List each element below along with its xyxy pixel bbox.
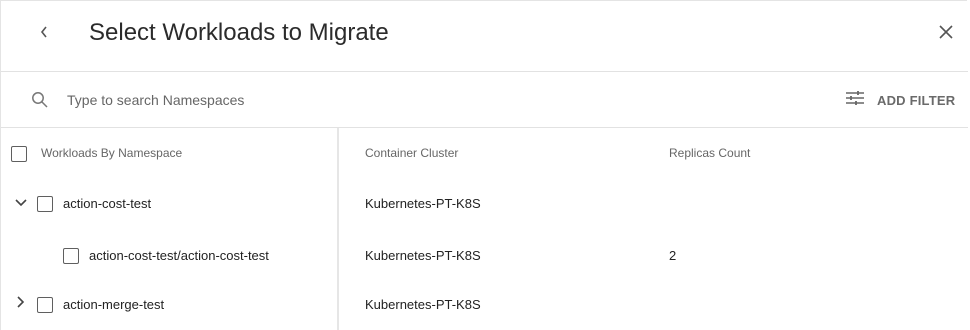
filter-sliders-icon	[845, 90, 865, 111]
search-input[interactable]	[67, 88, 667, 112]
select-all-checkbox[interactable]	[11, 146, 27, 162]
cluster-name: Kubernetes-PT-K8S	[365, 297, 481, 312]
table-row[interactable]: action-cost-test Kubernetes-PT-K8S	[1, 178, 968, 228]
table-row[interactable]: action-merge-test Kubernetes-PT-K8S	[1, 279, 968, 329]
add-filter-button[interactable]: ADD FILTER	[845, 88, 955, 112]
chevron-left-icon	[39, 25, 49, 44]
expand-toggle[interactable]	[14, 196, 28, 210]
table-header-row: Workloads By Namespace Container Cluster…	[1, 128, 968, 178]
dialog-header: Select Workloads to Migrate	[1, 1, 968, 72]
close-icon	[938, 24, 954, 45]
row-checkbox[interactable]	[37, 196, 53, 212]
row-checkbox[interactable]	[63, 248, 79, 264]
close-button[interactable]	[933, 21, 959, 47]
replicas-count: 2	[669, 248, 677, 263]
expand-toggle[interactable]	[14, 295, 28, 313]
cluster-name: Kubernetes-PT-K8S	[365, 248, 481, 263]
column-header-workloads: Workloads By Namespace	[41, 146, 183, 160]
row-checkbox[interactable]	[37, 297, 53, 313]
namespace-name: action-merge-test	[63, 297, 165, 312]
search-icon	[31, 91, 49, 109]
back-button[interactable]	[31, 21, 57, 47]
chevron-down-icon	[15, 194, 27, 212]
chevron-right-icon	[17, 295, 25, 313]
page-title: Select Workloads to Migrate	[89, 19, 389, 46]
cluster-name: Kubernetes-PT-K8S	[365, 196, 481, 211]
table-row[interactable]: action-cost-test/action-cost-test Kubern…	[1, 229, 968, 279]
namespace-name: action-cost-test	[63, 196, 152, 211]
migrate-workloads-panel: Select Workloads to Migrate ADD FILTER	[0, 0, 968, 330]
column-header-replicas: Replicas Count	[669, 146, 751, 160]
workload-name: action-cost-test/action-cost-test	[89, 248, 269, 263]
add-filter-label: ADD FILTER	[877, 92, 956, 108]
search-bar: ADD FILTER	[1, 72, 968, 128]
column-header-cluster: Container Cluster	[365, 146, 459, 160]
